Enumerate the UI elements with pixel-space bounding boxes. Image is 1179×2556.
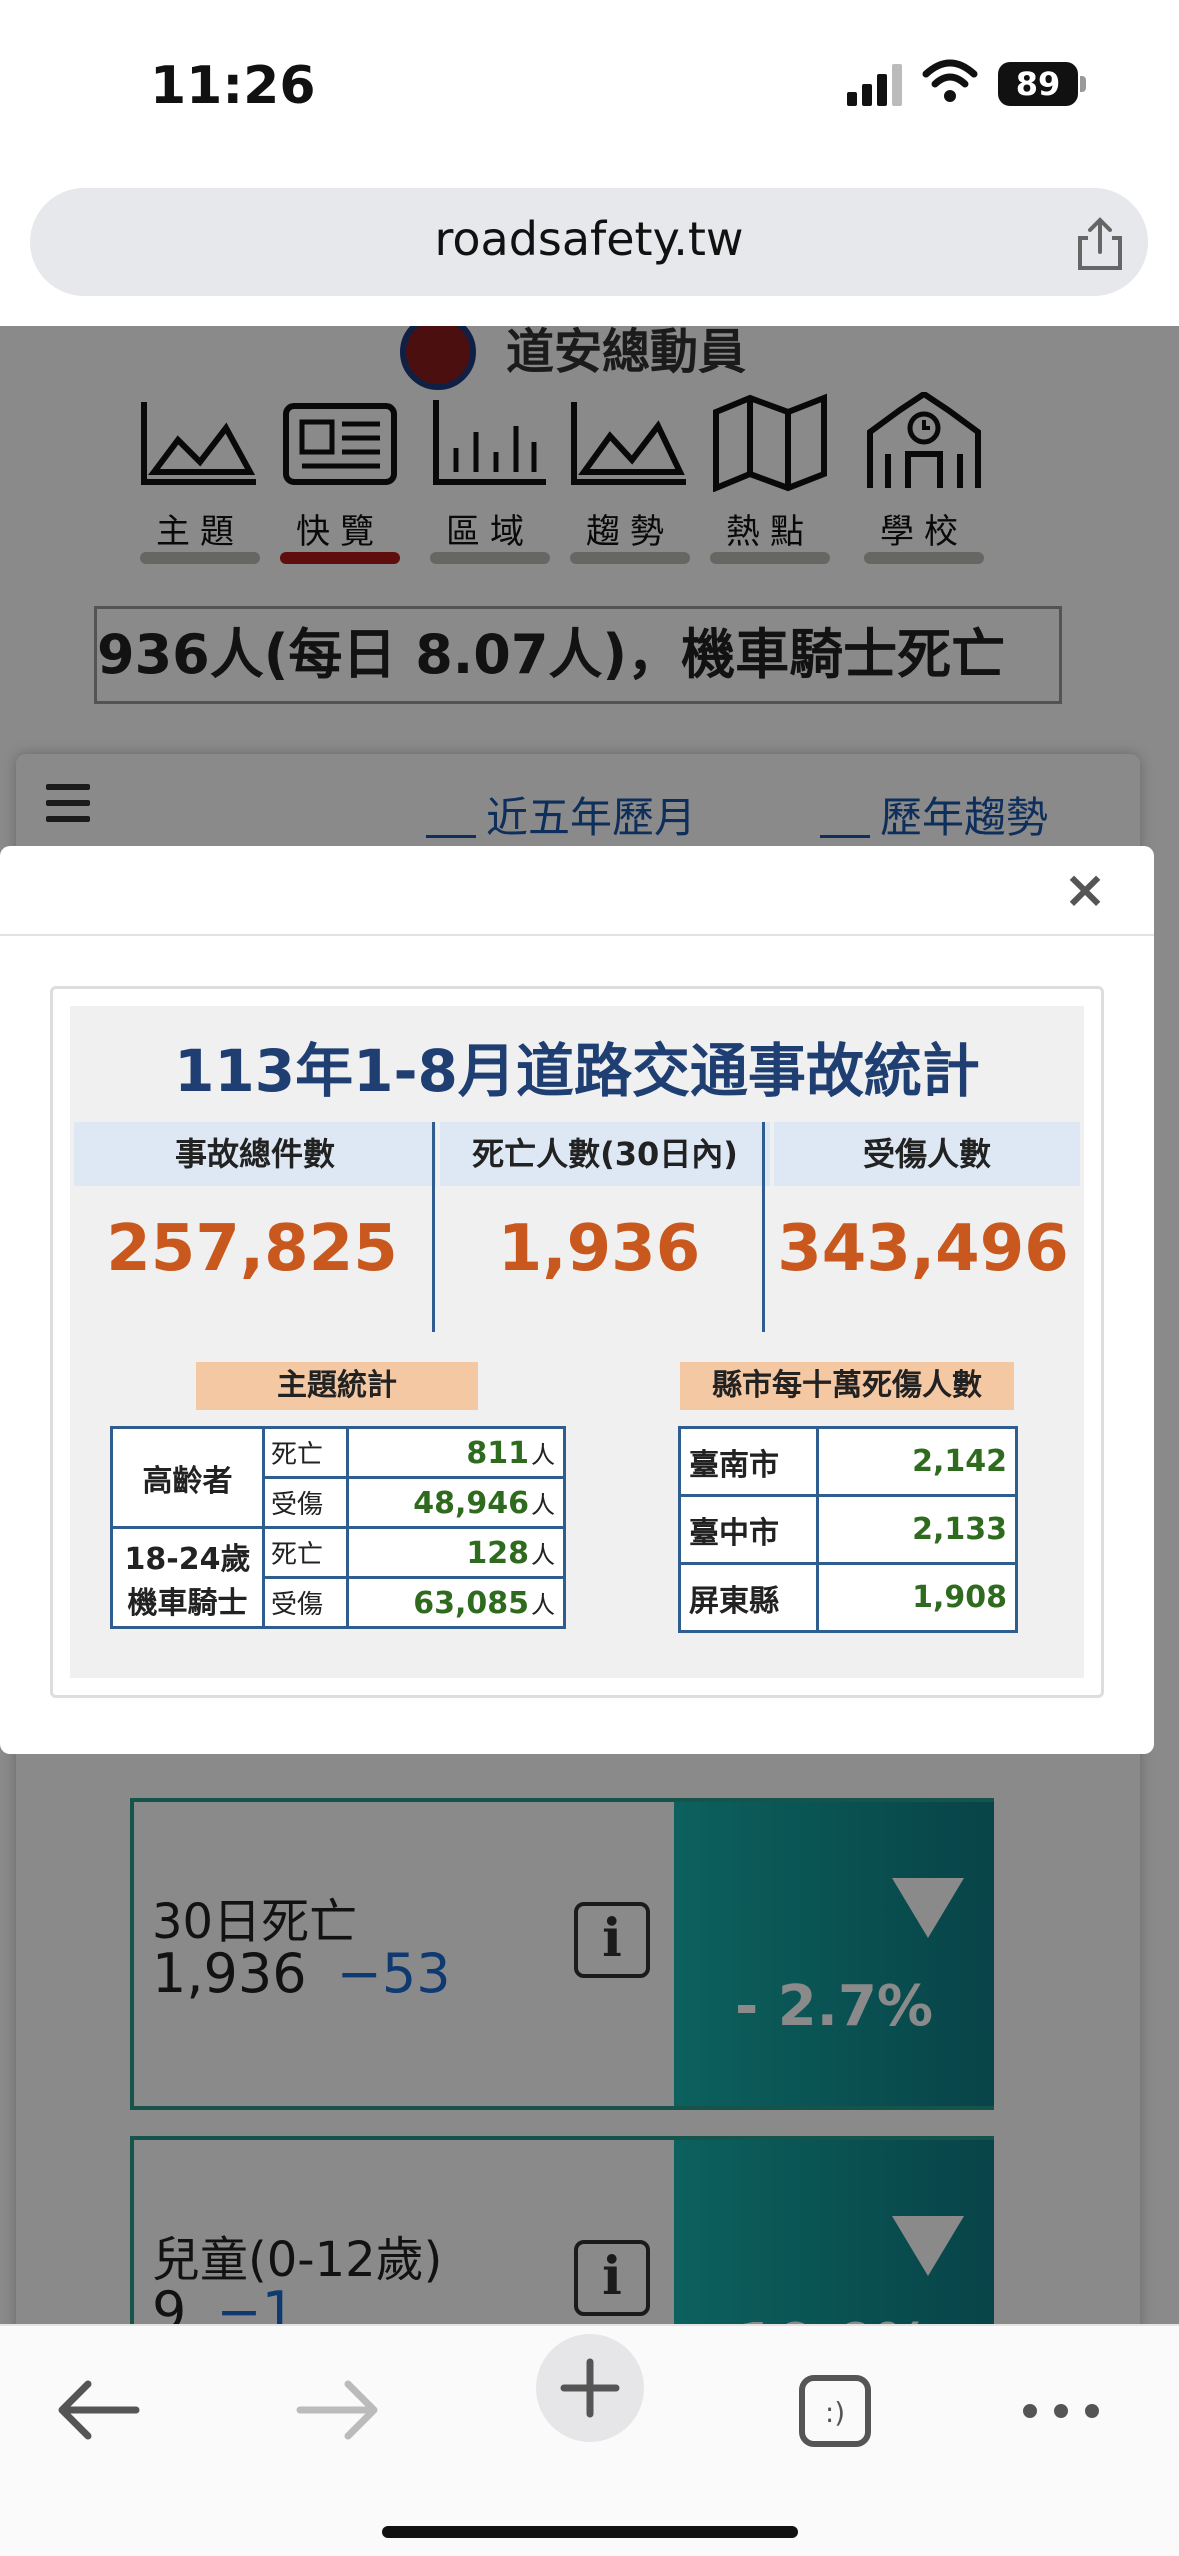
table-row: 高齡者 死亡 811人 (110, 1426, 566, 1529)
forward-arrow-icon[interactable] (286, 2356, 396, 2466)
wifi-icon (922, 59, 978, 102)
value-cell: 2,142 (816, 1426, 1018, 1497)
cellular-signal-icon (847, 64, 902, 106)
header-total-accidents: 事故總件數 (74, 1122, 436, 1186)
city-stats-title: 縣市每十萬死傷人數 (680, 1362, 1014, 1410)
city-cell: 屏東縣 (678, 1562, 819, 1633)
city-stats-table: 臺南市 2,142 臺中市 2,133 屏東縣 1,908 (678, 1426, 1018, 1633)
divider (762, 1122, 765, 1332)
share-icon[interactable] (1070, 214, 1130, 274)
url-text[interactable]: roadsafety.tw (30, 212, 1148, 266)
divider (432, 1122, 435, 1332)
table-row: 屏東縣 1,908 (678, 1562, 1018, 1633)
value-cell: 1,908 (816, 1562, 1018, 1633)
back-arrow-icon[interactable] (40, 2356, 150, 2466)
close-button[interactable]: × (1060, 860, 1110, 920)
table-row: 臺南市 2,142 (678, 1426, 1018, 1497)
value-cell: 2,133 (816, 1494, 1018, 1565)
infographic: 113年1-8月道路交通事故統計 事故總件數 死亡人數(30日內) 受傷人數 2… (70, 1006, 1084, 1678)
value-cell: 811人 (346, 1426, 566, 1479)
value-total-accidents: 257,825 (106, 1212, 398, 1286)
header-deaths: 死亡人數(30日內) (440, 1122, 770, 1186)
type-cell: 死亡 (262, 1526, 349, 1579)
value-cell: 48,946人 (346, 1476, 566, 1529)
table-row: 臺中市 2,133 (678, 1494, 1018, 1565)
infographic-title: 113年1-8月道路交通事故統計 (174, 1037, 980, 1105)
theme-stats-table: 高齡者 死亡 811人 受傷 48,946人 18-24歲 機車騎士 死亡 128… (110, 1426, 566, 1629)
value-cell: 63,085人 (346, 1576, 566, 1629)
status-bar: 11:26 89 (0, 0, 1179, 170)
group-cell: 高齡者 (110, 1426, 265, 1529)
type-cell: 死亡 (262, 1426, 349, 1479)
stats-modal: × 113年1-8月道路交通事故統計 事故總件數 死亡人數(30日內) 受傷人數… (0, 846, 1154, 1754)
plus-icon (560, 2358, 620, 2418)
city-cell: 臺中市 (678, 1494, 819, 1565)
svg-text::): :) (825, 2396, 845, 2429)
home-indicator (382, 2526, 798, 2538)
new-tab-button[interactable] (536, 2334, 644, 2442)
battery-indicator: 89 (998, 62, 1078, 106)
value-cell: 128人 (346, 1526, 566, 1579)
value-injuries: 343,496 (777, 1212, 1069, 1286)
group-cell: 18-24歲 機車騎士 (110, 1526, 265, 1629)
more-options-icon[interactable] (1006, 2356, 1116, 2466)
status-time: 11:26 (150, 56, 316, 116)
tabs-icon[interactable]: :) (780, 2356, 890, 2466)
value-deaths: 1,936 (497, 1212, 701, 1286)
type-cell: 受傷 (262, 1576, 349, 1629)
city-cell: 臺南市 (678, 1426, 819, 1497)
type-cell: 受傷 (262, 1476, 349, 1529)
header-injuries: 受傷人數 (774, 1122, 1080, 1186)
theme-stats-title: 主題統計 (196, 1362, 478, 1410)
modal-header: × (0, 846, 1154, 936)
browser-toolbar: :) (0, 2324, 1179, 2556)
table-row: 18-24歲 機車騎士 死亡 128人 (110, 1526, 566, 1629)
address-bar[interactable]: roadsafety.tw (30, 188, 1148, 296)
battery-tip (1080, 76, 1086, 92)
